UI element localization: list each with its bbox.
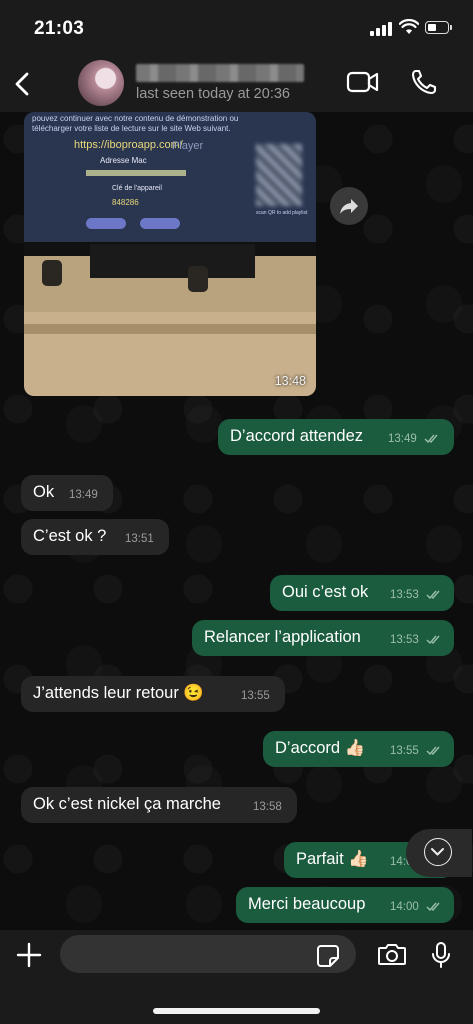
microphone-button[interactable] — [431, 941, 451, 969]
home-indicator — [153, 1008, 320, 1014]
tv-scan-hint: scan QR to add playlist — [256, 210, 308, 216]
chat-header: last seen today at 20:36 — [0, 58, 473, 112]
message-bubble-outgoing[interactable]: Relancer l’application 13:53 — [192, 620, 454, 656]
forward-button[interactable] — [330, 187, 368, 225]
back-button[interactable] — [10, 68, 34, 100]
message-composer — [0, 930, 473, 1024]
tv-brand-text: Player — [172, 140, 204, 152]
read-receipt-icon — [426, 902, 440, 912]
sticker-icon[interactable] — [316, 944, 340, 968]
message-text: D’accord attendez — [230, 427, 363, 445]
message-time: 13:55 — [390, 745, 419, 757]
contact-avatar[interactable] — [78, 60, 124, 106]
attach-plus-button[interactable] — [16, 942, 42, 968]
tv-mac-value — [86, 170, 186, 176]
message-time: 14:00 — [390, 901, 419, 913]
tv-base — [90, 244, 255, 278]
read-receipt-icon — [426, 746, 440, 756]
wifi-icon — [399, 19, 419, 34]
last-seen-text: last seen today at 20:36 — [136, 86, 290, 102]
message-input[interactable] — [60, 935, 356, 973]
contact-name-redacted[interactable] — [136, 64, 304, 82]
status-time: 21:03 — [34, 18, 85, 39]
image-timestamp: 13:48 — [274, 374, 306, 388]
message-time: 13:53 — [390, 589, 419, 601]
read-receipt-icon — [426, 635, 440, 645]
scroll-to-bottom-button[interactable] — [406, 829, 472, 877]
message-time: 13:49 — [388, 433, 417, 445]
image-message[interactable]: pouvez continuer avec notre contenu de d… — [24, 112, 316, 396]
tv-button — [86, 218, 126, 229]
tv-qr-code — [256, 144, 302, 206]
message-bubble-outgoing[interactable]: Oui c’est ok 13:53 — [270, 575, 454, 611]
message-text: Ok c’est nickel ça marche — [33, 795, 221, 813]
cellular-signal-icon — [370, 22, 394, 36]
forward-arrow-icon — [340, 199, 358, 214]
message-text: D’accord 👍🏻 — [275, 739, 366, 757]
tv-button — [140, 218, 180, 229]
message-text: Ok — [33, 483, 55, 501]
tv-mac-label: Adresse Mac — [100, 156, 147, 165]
message-bubble-outgoing[interactable]: D’accord attendez 13:49 — [218, 419, 454, 455]
message-time: 13:55 — [241, 690, 270, 702]
message-bubble-incoming[interactable]: J’attends leur retour 😉 13:55 — [21, 676, 285, 712]
tv-screen-photo: pouvez continuer avec notre contenu de d… — [24, 112, 316, 248]
message-bubble-outgoing[interactable]: Merci beaucoup 14:00 — [236, 887, 454, 923]
tv-stand-shelf — [24, 324, 316, 334]
message-time: 13:49 — [69, 489, 98, 501]
tv-device-key: 848286 — [112, 198, 139, 207]
message-bubble-incoming[interactable]: Ok 13:49 — [21, 475, 113, 511]
battery-icon — [425, 21, 452, 34]
video-call-button[interactable] — [346, 70, 380, 94]
message-text: J’attends leur retour 😉 — [33, 684, 204, 702]
tv-key-label: Clé de l'appareil — [112, 185, 162, 192]
candle-object — [188, 266, 208, 292]
tv-text-line: pouvez continuer avec notre contenu de d… — [32, 114, 239, 123]
message-text: C’est ok ? — [33, 527, 107, 545]
message-time: 13:58 — [253, 801, 282, 813]
message-time: 13:51 — [125, 533, 154, 545]
message-time: 13:53 — [390, 634, 419, 646]
message-text: Oui c’est ok — [282, 583, 369, 601]
read-receipt-icon — [424, 434, 438, 444]
message-bubble-incoming[interactable]: Ok c’est nickel ça marche 13:58 — [21, 787, 297, 823]
candle-object — [42, 260, 62, 286]
tv-url-text: https://ibopro​app.com/ — [74, 139, 183, 151]
voice-call-button[interactable] — [410, 68, 438, 96]
message-text: Relancer l’application — [204, 628, 361, 646]
message-bubble-outgoing[interactable]: D’accord 👍🏻 13:55 — [263, 731, 454, 767]
message-text: Parfait 👍🏻 — [296, 850, 369, 868]
status-bar: 21:03 — [0, 0, 473, 58]
tv-text-line: télécharger votre liste de lecture sur l… — [32, 124, 231, 133]
message-text: Merci beaucoup — [248, 895, 366, 913]
camera-button[interactable] — [377, 942, 407, 966]
message-bubble-incoming[interactable]: C’est ok ? 13:51 — [21, 519, 169, 555]
chevron-down-icon — [424, 838, 452, 866]
read-receipt-icon — [426, 590, 440, 600]
